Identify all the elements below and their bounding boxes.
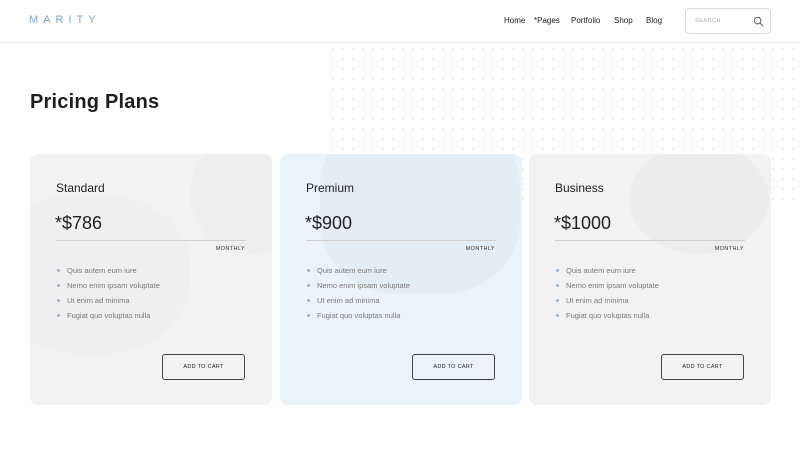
page-title: Pricing Plans (30, 91, 160, 113)
nav-item-blog[interactable]: Blog (646, 16, 662, 25)
plan-price: *$786 (55, 213, 103, 233)
feature-list: Quis autem eum iure Nemo enim ipsam volu… (556, 266, 659, 326)
feature-item: Nemo enim ipsam voluptate (556, 281, 659, 296)
nav-item-pages[interactable]: *Pages (534, 16, 560, 25)
bullet-icon (57, 269, 60, 272)
price-divider (56, 240, 246, 241)
feature-item: Quis autem eum iure (57, 266, 160, 281)
feature-item: Nemo enim ipsam voluptate (307, 281, 410, 296)
price-divider (555, 240, 745, 241)
billing-period: MONTHLY (465, 246, 495, 252)
nav-item-home[interactable]: Home (504, 16, 525, 25)
feature-item: Fugiat quo voluptas nulla (307, 311, 410, 326)
feature-item: Quis autem eum iure (307, 266, 410, 281)
feature-item: Nemo enim ipsam voluptate (57, 281, 160, 296)
plan-price: *$900 (305, 213, 353, 233)
bullet-icon (556, 269, 559, 272)
bullet-icon (556, 284, 559, 287)
search-box (685, 8, 771, 34)
feature-item: Quis autem eum iure (556, 266, 659, 281)
feature-item: Fugiat quo voluptas nulla (556, 311, 659, 326)
add-to-cart-button[interactable]: ADD TO CART (162, 354, 245, 380)
bullet-icon (556, 314, 559, 317)
feature-list: Quis autem eum iure Nemo enim ipsam volu… (307, 266, 410, 326)
bullet-icon (57, 284, 60, 287)
feature-item: Ut enim ad minima (556, 296, 659, 311)
feature-item: Fugiat quo voluptas nulla (57, 311, 160, 326)
bullet-icon (57, 314, 60, 317)
add-to-cart-button[interactable]: ADD TO CART (412, 354, 495, 380)
site-logo[interactable]: MARITY (29, 14, 101, 26)
bullet-icon (307, 284, 310, 287)
nav-item-portfolio[interactable]: Portfolio (571, 16, 600, 25)
feature-item: Ut enim ad minima (307, 296, 410, 311)
billing-period: MONTHLY (215, 246, 245, 252)
plan-name: Premium (306, 181, 355, 195)
search-icon[interactable] (753, 16, 764, 27)
bullet-icon (307, 299, 310, 302)
card-background-shape (190, 154, 272, 254)
plan-name: Business (555, 181, 604, 195)
search-input[interactable] (695, 15, 750, 27)
feature-list: Quis autem eum iure Nemo enim ipsam volu… (57, 266, 160, 326)
plan-price: *$1000 (554, 213, 612, 233)
site-header: MARITY Home *Pages Portfolio Shop Blog (0, 0, 800, 43)
plan-name: Standard (56, 181, 105, 195)
feature-item: Ut enim ad minima (57, 296, 160, 311)
price-divider (306, 240, 496, 241)
bullet-icon (556, 299, 559, 302)
bullet-icon (57, 299, 60, 302)
card-background-shape (629, 154, 769, 254)
bullet-icon (307, 269, 310, 272)
bullet-icon (307, 314, 310, 317)
pricing-card-business: Business *$1000 MONTHLY Quis autem eum i… (529, 154, 771, 405)
add-to-cart-button[interactable]: ADD TO CART (661, 354, 744, 380)
billing-period: MONTHLY (714, 246, 744, 252)
nav-item-shop[interactable]: Shop (614, 16, 633, 25)
pricing-card-premium: Premium *$900 MONTHLY Quis autem eum iur… (280, 154, 522, 405)
pricing-card-standard: Standard *$786 MONTHLY Quis autem eum iu… (30, 154, 272, 405)
